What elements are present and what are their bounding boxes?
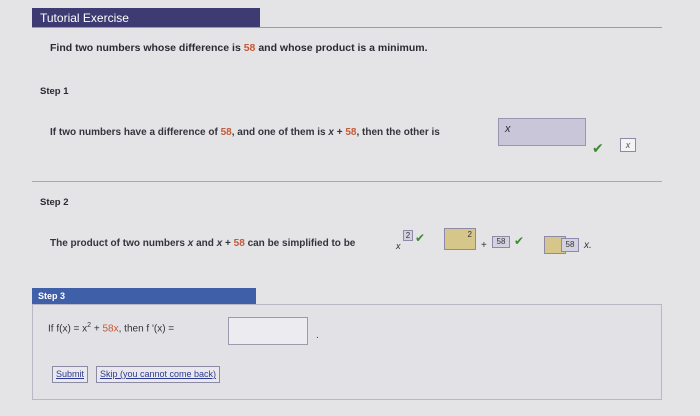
step2-exp-check-icon: ✔ [415,231,426,245]
question-text: Find two numbers whose difference is 58 … [50,42,428,54]
step2-coef2-field[interactable]: 58 [561,238,579,252]
step2-exponent-field[interactable]: 2 [403,230,413,241]
header-divider [32,27,662,28]
tutorial-header: Tutorial Exercise [32,8,260,28]
hint-x-icon[interactable]: x [620,138,636,152]
step1-divider [32,181,662,182]
step1-label: Step 1 [40,86,69,97]
step2-base-var: x [396,241,401,251]
step3-text: If f(x) = x2 + 58x, then f '(x) = [48,322,175,335]
step3-label: Step 3 [38,291,66,301]
skip-button[interactable]: Skip (you cannot come back) [96,366,221,383]
step1-answer-field[interactable]: x [498,118,586,146]
step3-panel [32,304,662,400]
step1-text: If two numbers have a difference of 58, … [50,127,440,138]
step2-coef-field[interactable]: 2 [444,228,476,250]
step2-plus: + [481,240,487,251]
difference-value: 58 [243,42,256,54]
step3-header: Step 3 [32,288,256,304]
derivative-answer-field[interactable] [228,317,308,345]
step2-text: The product of two numbers x and x + 58 … [50,238,356,249]
step2-const-field[interactable]: 58 [492,236,510,248]
step1-check-icon: ✔ [592,140,604,156]
step2-tail-var: x. [584,240,592,251]
step2-label: Step 2 [40,197,69,208]
step3-period: . [316,330,319,341]
step2-const-check-icon: ✔ [514,234,525,248]
submit-button[interactable]: Submit [52,366,89,383]
tutorial-title: Tutorial Exercise [40,11,129,25]
